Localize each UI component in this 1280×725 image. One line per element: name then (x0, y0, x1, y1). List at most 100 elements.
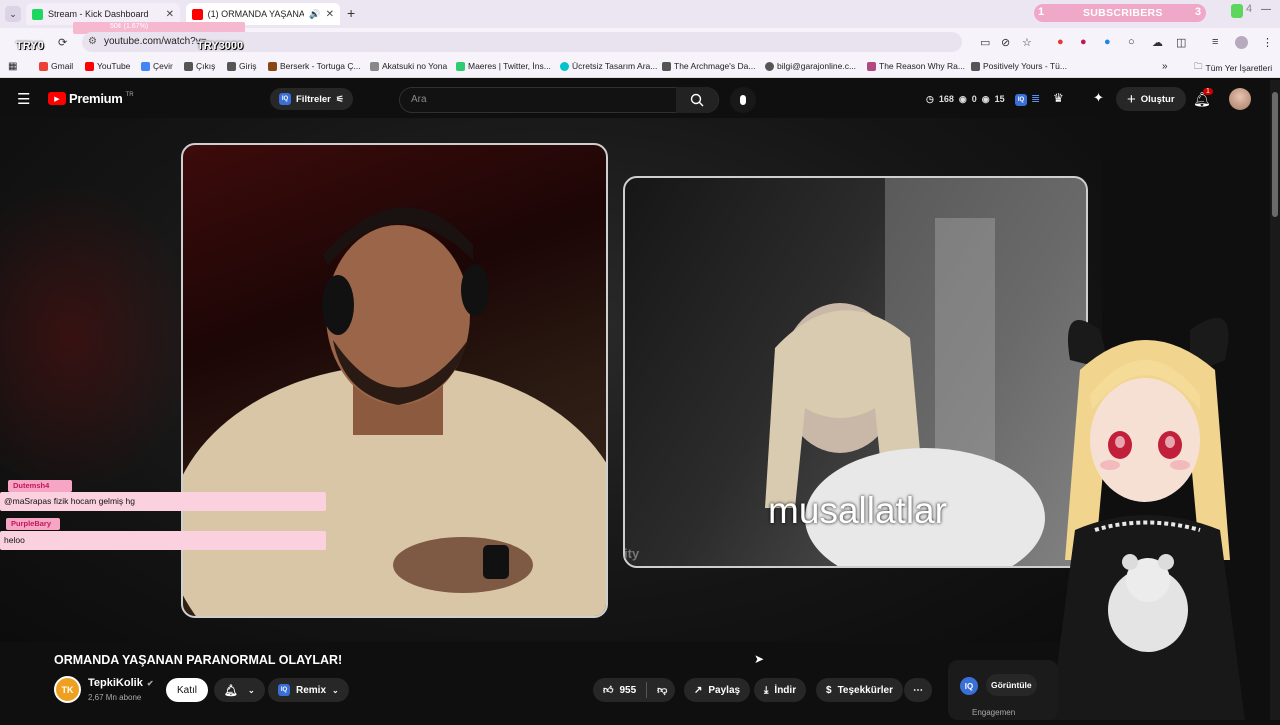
translate-icon (141, 61, 150, 71)
screencast-icon[interactable]: ▭ (980, 36, 990, 49)
bookmark-star-icon[interactable]: ☆ (1022, 36, 1032, 49)
extension-pink-icon[interactable]: ● (1080, 36, 1087, 48)
reload-icon[interactable]: ⟳ (58, 36, 67, 49)
more-bookmarks-icon[interactable]: » (1162, 61, 1168, 72)
download-button[interactable]: ⤓ İndir (754, 678, 807, 702)
sub-count-left: 1 (1038, 6, 1045, 18)
apps-grid-icon[interactable]: ▦ (8, 61, 17, 72)
bookmark-login[interactable]: Giriş (227, 61, 256, 71)
folder-icon: 🗀 (1194, 61, 1203, 71)
chat-username: Dutemsh4 (8, 480, 72, 492)
iq-icon[interactable]: IQ (960, 677, 978, 695)
account-avatar[interactable] (1229, 88, 1251, 110)
extension-cloud-icon[interactable]: ☁ (1152, 36, 1163, 49)
profile-avatar[interactable] (1235, 36, 1248, 49)
video-player[interactable]: musallatlar ity Dutemsh4 @maSrapas fizik… (0, 118, 1102, 642)
new-tab-button[interactable]: + (347, 5, 355, 21)
reading-list-icon[interactable]: ≡ (1212, 36, 1218, 48)
bookmark-logout[interactable]: Çıkış (184, 61, 215, 71)
search-button[interactable] (676, 87, 718, 113)
filters-button[interactable]: IQ Filtreler ⚟ (270, 88, 353, 110)
chevron-down-icon: ⌄ (332, 685, 339, 695)
scrollbar-thumb[interactable] (1272, 92, 1278, 217)
bookmark-berserk[interactable]: Berserk - Tortuga Ç... (268, 61, 361, 71)
search-input[interactable]: Ara (399, 87, 719, 113)
globe-icon (765, 61, 774, 71)
extensions-puzzle-icon[interactable]: ◫ (1176, 36, 1186, 49)
eye-off-icon[interactable]: ⊘ (1001, 36, 1010, 49)
sliders-icon: ⚟ (335, 93, 344, 104)
extension-blue-icon[interactable]: ● (1104, 36, 1111, 48)
bookmark-youtube[interactable]: YouTube (85, 61, 130, 71)
bookmark-label: Gmail (51, 61, 74, 71)
download-icon: ⤓ (764, 684, 769, 696)
subscribers-label: SUBSCRIBERS (1083, 7, 1163, 19)
queue-icon[interactable]: ≣ (1031, 92, 1040, 105)
chat-username: PurpleBary (6, 518, 60, 530)
bookmark-label: Berserk - Tortuga Ç... (280, 61, 361, 71)
bookmark-garaj[interactable]: bilgi@garajonline.c... (765, 61, 856, 71)
notifications-button[interactable]: 🔔︎ 1 (1193, 88, 1213, 109)
view-button[interactable]: Görüntüle (986, 674, 1037, 696)
extension-bulb-icon[interactable]: ○ (1128, 36, 1135, 48)
canva-icon (560, 61, 569, 71)
bookmark-translate[interactable]: Çevir (141, 61, 173, 71)
subscribe-bell-button[interactable]: 🔔︎ ⌄ (214, 678, 265, 702)
channel-name-text: TepkiKolik (88, 677, 143, 689)
channel-avatar[interactable]: TK (54, 676, 81, 703)
sub-count-right: 3 (1195, 6, 1202, 18)
filters-label: Filtreler (296, 93, 331, 105)
bookmark-archmage[interactable]: The Archmage's Da... (662, 61, 755, 71)
page-scrollbar[interactable] (1270, 80, 1280, 720)
address-bar: TRY0 50¢ (1.67%) ⟳ ⚙ youtube.com/watch?v… (0, 22, 1280, 56)
bookmark-reason[interactable]: The Reason Why Ra... (867, 61, 965, 71)
logo-text: Premium (69, 91, 123, 106)
verified-icon: ✔ (146, 678, 154, 688)
iq-icon[interactable]: IQ (1015, 94, 1027, 106)
extension-red-icon[interactable]: ● (1057, 36, 1064, 48)
youtube-logo[interactable]: ▶ Premium TR (48, 91, 134, 106)
bookmark-maeres[interactable]: Maeres | Twitter, İns... (456, 61, 551, 71)
minimize-icon[interactable]: — (1261, 4, 1271, 15)
speaker-icon: 🔊 (309, 8, 321, 19)
microphone-icon (740, 95, 746, 105)
bookmark-label: Giriş (239, 61, 257, 71)
bookmarks-bar: ▦ Gmail YouTube Çevir Çıkış Giriş Berser… (0, 56, 1280, 78)
like-button[interactable]: 👍︎ 955 👎︎ (593, 678, 676, 702)
badge-count: 4 (1246, 3, 1253, 15)
bookmark-gmail[interactable]: Gmail (39, 61, 73, 71)
youtube-icon (85, 61, 94, 71)
thumbs-down-icon[interactable]: 👎︎ (657, 684, 667, 696)
channel-name[interactable]: TepkiKolik ✔ (88, 677, 154, 689)
share-button[interactable]: ↗ Paylaş (684, 678, 751, 702)
bookmark-akatsuki[interactable]: Akatsuki no Yona (370, 61, 447, 71)
tab-search-button[interactable]: ⌄ (5, 6, 21, 22)
browser-menu-icon[interactable]: ⋮ (1262, 36, 1273, 49)
goal-left-label: TRY0 (16, 40, 44, 52)
engagement-label: Engagemen (972, 708, 1016, 717)
close-tab-icon[interactable]: ✕ (326, 9, 334, 20)
bookmark-label: Maeres | Twitter, İns... (468, 61, 551, 71)
thanks-button[interactable]: $ Teşekkürler (816, 678, 903, 702)
video-watermark: ity (624, 546, 640, 561)
create-button[interactable]: + Oluştur (1116, 87, 1186, 111)
bookmark-label: The Archmage's Da... (674, 61, 756, 71)
all-bookmarks[interactable]: 🗀 Tüm Yer İşaretleri (1194, 61, 1272, 75)
site-info-icon[interactable]: ⚙ (88, 32, 97, 52)
stat-a: 168 (938, 94, 954, 104)
divider (646, 682, 648, 698)
extension-bolt-icon[interactable]: ✦ (1093, 90, 1104, 106)
close-tab-icon[interactable]: ✕ (166, 9, 174, 20)
remix-button[interactable]: IQ Remix ⌄ (268, 678, 349, 702)
mouse-cursor-icon: ➤ (754, 652, 765, 666)
voice-search-button[interactable] (730, 87, 756, 113)
bookmark-positively[interactable]: Positively Yours - Tü... (971, 61, 1067, 71)
bookmark-canva[interactable]: Ücretsiz Tasarım Ara... (560, 61, 657, 71)
hamburger-menu-icon[interactable]: ☰ (17, 90, 30, 108)
tab-label: Stream - Kick Dashboard (48, 9, 149, 19)
trophy-icon[interactable]: ♛ (1053, 91, 1064, 105)
stats-readout: ◷ 168 ◉ 0 ◉ 15 (926, 94, 1005, 105)
join-button[interactable]: Katıl (166, 678, 208, 702)
more-actions-button[interactable]: ⋯ (904, 678, 932, 702)
video-title: ORMANDA YAŞANAN PARANORMAL OLAYLAR! (54, 653, 343, 667)
